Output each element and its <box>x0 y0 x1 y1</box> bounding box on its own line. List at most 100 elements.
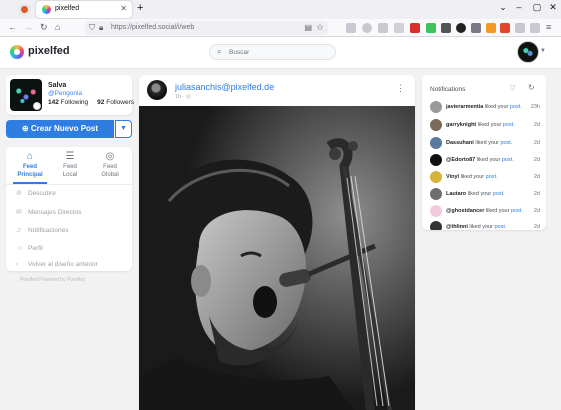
filter-icon[interactable]: ▽ <box>510 84 515 92</box>
extension-grid-icon[interactable] <box>471 23 481 33</box>
chevron-down-icon[interactable]: ▼ <box>540 48 546 54</box>
firefox-view-icon[interactable] <box>18 3 31 16</box>
avatar[interactable] <box>430 205 442 217</box>
notification-user[interactable]: Lautaro <box>446 191 466 197</box>
pixelfed-logo-icon[interactable] <box>10 45 24 59</box>
extension-orange-icon[interactable] <box>486 23 496 33</box>
forward-icon[interactable]: → <box>24 22 33 32</box>
reader-view-icon[interactable]: ▤ <box>304 23 312 32</box>
sidebar-item-perfil[interactable]: ☺ Perfil <box>16 245 43 257</box>
notification-item[interactable]: garryknight liked your post. 2d <box>430 119 541 133</box>
address-bar[interactable]: ⛉ 🔒︎ https://pixelfed.social/i/web ▤ ☆ <box>85 21 328 35</box>
profile-handle[interactable]: @Pengonia <box>48 90 82 97</box>
notification-object-link[interactable]: post. <box>500 140 512 146</box>
pocket-icon[interactable] <box>346 23 356 33</box>
maximize-icon[interactable]: ▢ <box>530 2 544 13</box>
back-icon[interactable]: ← <box>8 22 17 32</box>
tab-feed-global[interactable]: ◎ Feed Global <box>89 151 131 181</box>
refresh-icon[interactable]: ↻ <box>528 83 535 92</box>
create-post-button[interactable]: ⊕ Crear Nuevo Post <box>6 120 114 138</box>
notification-item[interactable]: Dassuhani liked your post. 2d <box>430 137 541 151</box>
avatar[interactable] <box>430 119 442 131</box>
plus-circle-icon: ⊕ <box>21 124 29 133</box>
tab-feed-local[interactable]: ☰ Feed Local <box>49 151 91 181</box>
notification-user[interactable]: @Edorto87 <box>446 157 475 163</box>
notification-object-link[interactable]: post. <box>502 157 514 163</box>
search-input[interactable]: ⌕ Buscar <box>209 44 336 60</box>
notification-text: @thlinni liked your post. <box>446 224 506 230</box>
share-icon[interactable] <box>530 23 540 33</box>
notification-object-link[interactable]: post. <box>494 224 506 230</box>
avatar[interactable] <box>430 171 442 183</box>
notification-item[interactable]: Lautaro liked your post. 2d <box>430 188 541 202</box>
library-icon[interactable] <box>394 23 404 33</box>
downloads-icon[interactable] <box>378 23 388 33</box>
brand-name[interactable]: pixelfed <box>28 45 70 57</box>
post-author-avatar[interactable] <box>147 80 167 100</box>
avatar[interactable] <box>430 154 442 166</box>
url-text[interactable]: https://pixelfed.social/i/web <box>111 24 194 31</box>
profile-card: Salva @Pengonia 142 Following 92 Followe… <box>6 75 134 115</box>
ublock-extension-icon[interactable] <box>410 23 420 33</box>
followers-count[interactable]: 92 <box>97 99 104 106</box>
sidebar-item-label: Descubre <box>28 190 56 197</box>
sidebar-item-notificaciones[interactable]: ♫ Notificaciones <box>16 227 68 239</box>
notification-object-link[interactable]: post. <box>511 208 523 214</box>
tab-feed-principal[interactable]: ⌂ Feed Principal <box>9 151 51 184</box>
notification-user[interactable]: Vinyl <box>446 174 459 180</box>
notification-object-link[interactable]: post. <box>493 191 505 197</box>
avatar[interactable] <box>430 188 442 200</box>
following-count[interactable]: 142 <box>48 99 59 106</box>
sidebar-item-volver[interactable]: ‹ Volver al diseño anterior <box>16 261 98 273</box>
app-menu-icon[interactable]: ≡ <box>546 22 551 32</box>
notification-text: garryknight liked your post. <box>446 122 515 128</box>
post-photo[interactable] <box>139 106 415 410</box>
close-window-icon[interactable]: ✕ <box>546 2 560 13</box>
notification-user[interactable]: garryknight <box>446 122 476 128</box>
extensions-puzzle-icon[interactable] <box>515 23 525 33</box>
notification-item[interactable]: @ghostdancer liked your post. 2d <box>430 205 541 219</box>
notification-object-link[interactable]: post. <box>486 174 498 180</box>
extension-red-icon[interactable] <box>500 23 510 33</box>
post-author-username[interactable]: juliasanchis@pixelfed.de <box>175 82 274 92</box>
avatar[interactable] <box>430 221 442 230</box>
notification-object-link[interactable]: post. <box>510 104 522 110</box>
lock-icon[interactable]: 🔒︎ <box>99 23 103 33</box>
extension-black-icon[interactable] <box>456 23 466 33</box>
tracking-shield-icon[interactable]: ⛉ <box>89 23 95 33</box>
close-tab-icon[interactable]: ✕ <box>120 4 127 13</box>
avatar[interactable] <box>430 101 442 113</box>
notification-user[interactable]: @thlinni <box>446 224 468 230</box>
home-button-icon[interactable]: ⌂ <box>55 22 60 32</box>
sidebar-item-mensajes[interactable]: ✉ Mensajes Directos <box>16 208 81 220</box>
avatar[interactable] <box>430 137 442 149</box>
notification-object-link[interactable]: post. <box>503 122 515 128</box>
post-timestamp[interactable]: 1h · ◎ <box>175 94 191 100</box>
extension-green-icon[interactable] <box>426 23 436 33</box>
create-post-dropdown-button[interactable]: ▼ <box>115 120 132 138</box>
new-tab-button[interactable]: + <box>137 2 143 14</box>
profile-stats: 142 Following 92 Followers <box>48 99 134 106</box>
notification-user[interactable]: javierarmentia <box>446 104 483 110</box>
profile-name[interactable]: Salva <box>48 82 66 89</box>
minimize-icon[interactable]: – <box>512 2 526 12</box>
notification-item[interactable]: Vinyl liked your post. 2d <box>430 171 541 185</box>
pixelfed-header: pixelfed ⌕ Buscar ▼ <box>0 37 561 69</box>
extension-dark-icon[interactable] <box>441 23 451 33</box>
reload-icon[interactable]: ↻ <box>40 22 48 33</box>
browser-tab[interactable]: pixelfed ✕ <box>36 1 132 18</box>
notification-item[interactable]: @Edorto87 liked your post. 2d <box>430 154 541 168</box>
tab-list-icon[interactable]: ⌄ <box>496 2 510 13</box>
notification-time: 2d <box>533 157 540 163</box>
followers-label[interactable]: Followers <box>106 99 134 106</box>
more-options-icon[interactable]: ⋮ <box>396 83 405 94</box>
following-label[interactable]: Following <box>61 99 88 106</box>
history-icon[interactable] <box>362 23 372 33</box>
notification-item[interactable]: javierarmentia liked your post. 23h <box>430 101 541 115</box>
notification-user[interactable]: @ghostdancer <box>446 208 484 214</box>
user-avatar-menu[interactable] <box>517 41 539 63</box>
sidebar-item-descubre[interactable]: ⊘ Descubre <box>16 189 56 201</box>
bookmark-star-icon[interactable]: ☆ <box>316 22 324 33</box>
notification-item[interactable]: @thlinni liked your post. 2d <box>430 221 541 230</box>
notification-user[interactable]: Dassuhani <box>446 140 474 146</box>
